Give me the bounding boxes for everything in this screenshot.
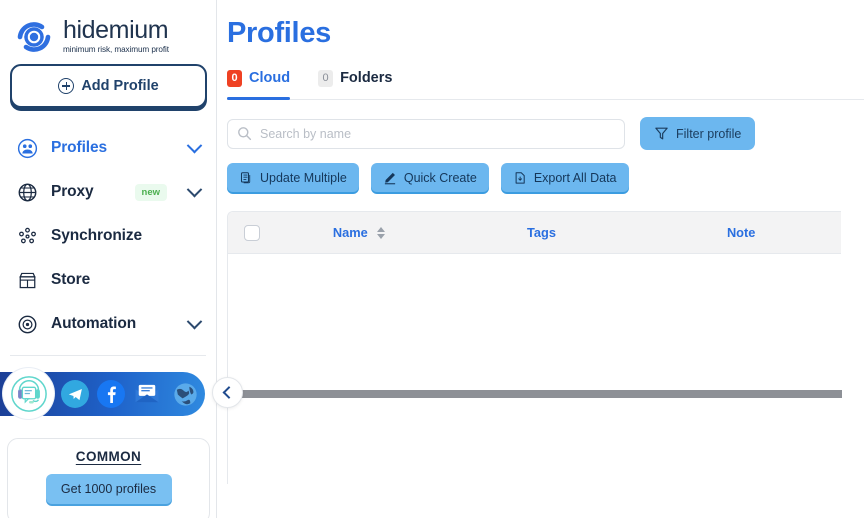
funnel-icon <box>654 126 669 141</box>
brand-tagline: minimum risk, maximum profit <box>63 45 169 55</box>
select-all-cell <box>228 224 276 241</box>
chevron-left-icon <box>222 386 236 399</box>
eye-logo-icon <box>14 17 54 57</box>
add-profile-label: Add Profile <box>81 78 159 94</box>
tab-folders[interactable]: 0 Folders <box>318 63 392 99</box>
storefront-icon <box>17 270 38 291</box>
horizontal-scrollbar[interactable] <box>228 390 842 398</box>
filter-profile-label: Filter profile <box>676 126 742 141</box>
sidebar-item-automation[interactable]: Automation <box>0 302 216 346</box>
quick-create-label: Quick Create <box>403 170 477 185</box>
brand-name: hidemium <box>63 16 169 45</box>
social-links-bar <box>0 368 213 420</box>
promo-card: COMMON Get 1000 profiles <box>7 438 210 518</box>
column-header-tags[interactable]: Tags <box>442 225 642 240</box>
profiles-table: Name Tags Note <box>227 211 842 484</box>
quick-create-button[interactable]: Quick Create <box>370 163 489 192</box>
table-body-overflow <box>228 398 841 484</box>
document-copy-icon <box>239 171 253 185</box>
target-play-icon <box>17 314 38 335</box>
tab-count-badge: 0 <box>227 69 242 87</box>
filter-profile-button[interactable]: Filter profile <box>640 117 756 150</box>
sidebar-item-store[interactable]: Store <box>0 258 216 302</box>
plus-circle-icon <box>58 78 75 94</box>
chevron-down-icon[interactable] <box>186 313 203 329</box>
sidebar: hidemium minimum risk, maximum profit Ad… <box>0 0 243 518</box>
select-all-checkbox[interactable] <box>243 224 260 241</box>
search-row: Filter profile <box>227 117 864 150</box>
network-nodes-icon <box>17 226 38 247</box>
sidebar-item-profiles[interactable]: Profiles <box>0 126 216 170</box>
add-profile-button[interactable]: Add Profile <box>10 64 207 108</box>
search-box <box>227 118 625 149</box>
tab-count-badge: 0 <box>318 69 334 87</box>
sidebar-item-label: Synchronize <box>51 227 143 244</box>
telegram-icon[interactable] <box>61 380 89 408</box>
update-multiple-button[interactable]: Update Multiple <box>227 163 359 192</box>
search-input[interactable] <box>227 118 625 149</box>
sidebar-item-proxy[interactable]: Proxy new <box>0 170 216 214</box>
chevron-down-icon[interactable] <box>186 181 203 197</box>
column-label: Note <box>726 225 756 240</box>
update-multiple-label: Update Multiple <box>260 170 347 185</box>
column-label: Tags <box>527 225 556 240</box>
sidebar-item-label: Proxy <box>51 183 94 200</box>
main-content: Profiles 0 Cloud 0 Folders Search by nam… <box>217 0 864 518</box>
tab-label: Cloud <box>249 70 291 86</box>
sort-arrows-icon[interactable] <box>376 226 385 239</box>
document-download-icon <box>513 171 527 185</box>
new-badge: new <box>134 183 167 201</box>
column-header-note[interactable]: Note <box>641 225 841 240</box>
action-buttons-row: Update Multiple Quick Create Export All … <box>227 163 864 192</box>
facebook-icon[interactable] <box>97 380 125 408</box>
sidebar-nav: Profiles Proxy new Synchronize Store Aut… <box>0 126 216 356</box>
sidebar-item-label: Profiles <box>51 139 108 156</box>
pencil-icon <box>383 171 397 185</box>
sidebar-collapse-button[interactable] <box>212 377 243 408</box>
add-profile-container: Add Profile <box>0 58 216 108</box>
sidebar-item-label: Store <box>51 271 91 288</box>
globe-icon[interactable] <box>171 380 199 408</box>
table-header-row: Name Tags Note <box>228 212 841 254</box>
chevron-down-icon[interactable] <box>186 137 203 153</box>
page-title: Profiles <box>227 17 331 49</box>
email-icon[interactable] <box>133 380 161 408</box>
get-profiles-button[interactable]: Get 1000 profiles <box>45 474 172 504</box>
tab-cloud[interactable]: 0 Cloud <box>227 63 291 100</box>
column-header-name[interactable]: Name <box>276 225 442 240</box>
export-all-data-button[interactable]: Export All Data <box>500 163 629 192</box>
sidebar-item-synchronize[interactable]: Synchronize <box>0 214 216 258</box>
tab-label: Folders <box>340 70 393 86</box>
export-all-data-label: Export All Data <box>533 170 617 185</box>
sidebar-divider <box>10 355 206 356</box>
globe-grid-icon <box>17 182 38 203</box>
table-body <box>228 254 841 390</box>
promo-title: COMMON <box>75 449 142 464</box>
brand-logo[interactable]: hidemium minimum risk, maximum profit <box>0 0 216 58</box>
people-circle-icon <box>17 138 38 159</box>
support-headset-icon[interactable] <box>3 368 54 419</box>
tab-bar: 0 Cloud 0 Folders <box>227 63 864 100</box>
app-root: hidemium minimum risk, maximum profit Ad… <box>0 0 864 518</box>
sidebar-item-label: Automation <box>51 315 137 332</box>
column-label: Name <box>332 225 368 240</box>
